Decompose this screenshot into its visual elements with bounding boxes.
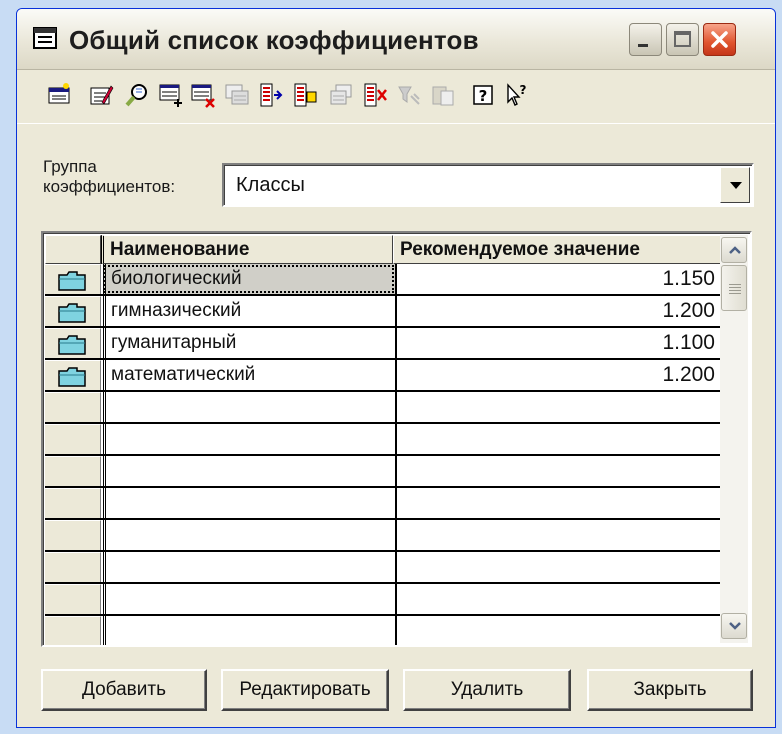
minimize-button[interactable] — [629, 23, 662, 56]
cell-recommended-value[interactable] — [395, 552, 723, 582]
cell-name[interactable] — [103, 584, 395, 614]
duplicate-icon[interactable] — [327, 81, 355, 109]
table-row[interactable]: математический 1.200 — [45, 360, 723, 392]
scroll-up-button[interactable] — [721, 237, 747, 263]
cell-name[interactable]: гимназический — [103, 296, 395, 326]
toolbar: ? ? — [17, 71, 775, 124]
chevron-down-icon — [729, 622, 741, 630]
cell-recommended-value[interactable] — [395, 424, 723, 454]
paste-icon[interactable] — [429, 81, 457, 109]
cell-recommended-value[interactable] — [395, 488, 723, 518]
empty-table-row[interactable] — [45, 488, 723, 520]
move-right-icon[interactable] — [257, 81, 285, 109]
search-icon[interactable] — [123, 81, 151, 109]
export-icon[interactable] — [291, 81, 319, 109]
chevron-down-icon[interactable] — [720, 167, 750, 203]
folder-icon — [58, 303, 86, 323]
cell-recommended-value[interactable] — [395, 520, 723, 550]
maximize-icon — [674, 31, 691, 47]
row-indicator[interactable] — [45, 488, 101, 518]
cell-name[interactable] — [103, 456, 395, 486]
help-icon[interactable]: ? — [469, 81, 497, 109]
minimize-icon — [638, 44, 648, 47]
add-record-icon[interactable] — [45, 81, 73, 109]
cell-recommended-value[interactable] — [395, 456, 723, 486]
delete-row-icon[interactable] — [189, 81, 217, 109]
folder-icon — [58, 367, 86, 387]
folder-icon — [58, 271, 86, 291]
insert-row-icon[interactable] — [157, 81, 185, 109]
title-bar[interactable]: Общий список коэффициентов — [17, 9, 775, 70]
empty-table-row[interactable] — [45, 552, 723, 584]
row-indicator[interactable] — [45, 328, 101, 358]
empty-table-row[interactable] — [45, 424, 723, 456]
cell-name[interactable] — [103, 616, 395, 645]
empty-table-row[interactable] — [45, 584, 723, 616]
cell-recommended-value[interactable]: 1.200 — [395, 296, 723, 326]
table-row[interactable]: гуманитарный 1.100 — [45, 328, 723, 360]
maximize-button[interactable] — [666, 23, 699, 56]
cell-name[interactable]: математический — [103, 360, 395, 390]
context-help-icon[interactable]: ? — [503, 81, 531, 109]
close-button[interactable]: Закрыть — [587, 669, 753, 711]
cell-recommended-value[interactable] — [395, 584, 723, 614]
row-indicator[interactable] — [45, 520, 101, 550]
cell-name[interactable] — [103, 488, 395, 518]
coefficient-group-value: Классы — [236, 174, 305, 196]
edit-record-icon[interactable] — [87, 81, 115, 109]
row-indicator[interactable] — [45, 584, 101, 614]
row-indicator[interactable] — [45, 392, 101, 422]
folder-icon — [58, 335, 86, 355]
add-button[interactable]: Добавить — [41, 669, 207, 711]
row-indicator[interactable] — [45, 296, 101, 326]
cell-name[interactable] — [103, 424, 395, 454]
cell-name[interactable]: биологический — [103, 264, 395, 294]
row-indicator[interactable] — [45, 264, 101, 294]
close-window-button[interactable] — [703, 23, 736, 56]
copy-record-icon[interactable] — [223, 81, 251, 109]
filter-icon[interactable] — [395, 81, 423, 109]
row-indicator[interactable] — [45, 424, 101, 454]
empty-table-row[interactable] — [45, 616, 723, 645]
cell-recommended-value[interactable] — [395, 392, 723, 422]
chevron-up-icon — [729, 246, 741, 254]
coefficients-window: Общий список коэффициентов ? ? Группа ко… — [16, 8, 776, 728]
scroll-thumb[interactable] — [721, 265, 747, 311]
row-indicator[interactable] — [45, 360, 101, 390]
cell-name[interactable]: гуманитарный — [103, 328, 395, 358]
window-icon — [33, 27, 57, 49]
scroll-down-button[interactable] — [721, 613, 747, 639]
table-row[interactable]: биологический 1.150 — [45, 264, 723, 296]
row-indicator-header — [45, 235, 101, 264]
cell-name[interactable] — [103, 552, 395, 582]
window-title: Общий список коэффициентов — [69, 25, 479, 55]
coefficients-table[interactable]: Наименование Рекомендуемое значение биол… — [41, 231, 752, 647]
empty-table-row[interactable] — [45, 392, 723, 424]
row-indicator[interactable] — [45, 456, 101, 486]
row-indicator[interactable] — [45, 552, 101, 582]
vertical-scrollbar[interactable] — [720, 235, 748, 643]
empty-table-row[interactable] — [45, 456, 723, 488]
cell-recommended-value[interactable]: 1.150 — [395, 264, 723, 294]
remove-arrow-icon[interactable] — [361, 81, 389, 109]
row-indicator[interactable] — [45, 616, 101, 645]
cell-recommended-value[interactable] — [395, 616, 723, 645]
coefficient-group-select[interactable]: Классы — [222, 163, 754, 207]
cell-recommended-value[interactable]: 1.100 — [395, 328, 723, 358]
svg-text:?: ? — [520, 83, 527, 97]
svg-text:?: ? — [479, 87, 488, 105]
edit-button[interactable]: Редактировать — [221, 669, 389, 711]
coefficient-group-label: Группа коэффициентов: — [43, 157, 176, 196]
column-header-value[interactable]: Рекомендуемое значение — [393, 235, 723, 264]
cell-recommended-value[interactable]: 1.200 — [395, 360, 723, 390]
table-row[interactable]: гимназический 1.200 — [45, 296, 723, 328]
delete-button[interactable]: Удалить — [403, 669, 571, 711]
column-header-name[interactable]: Наименование — [101, 235, 393, 264]
close-icon — [711, 31, 728, 48]
empty-table-row[interactable] — [45, 520, 723, 552]
cell-name[interactable] — [103, 392, 395, 422]
cell-name[interactable] — [103, 520, 395, 550]
